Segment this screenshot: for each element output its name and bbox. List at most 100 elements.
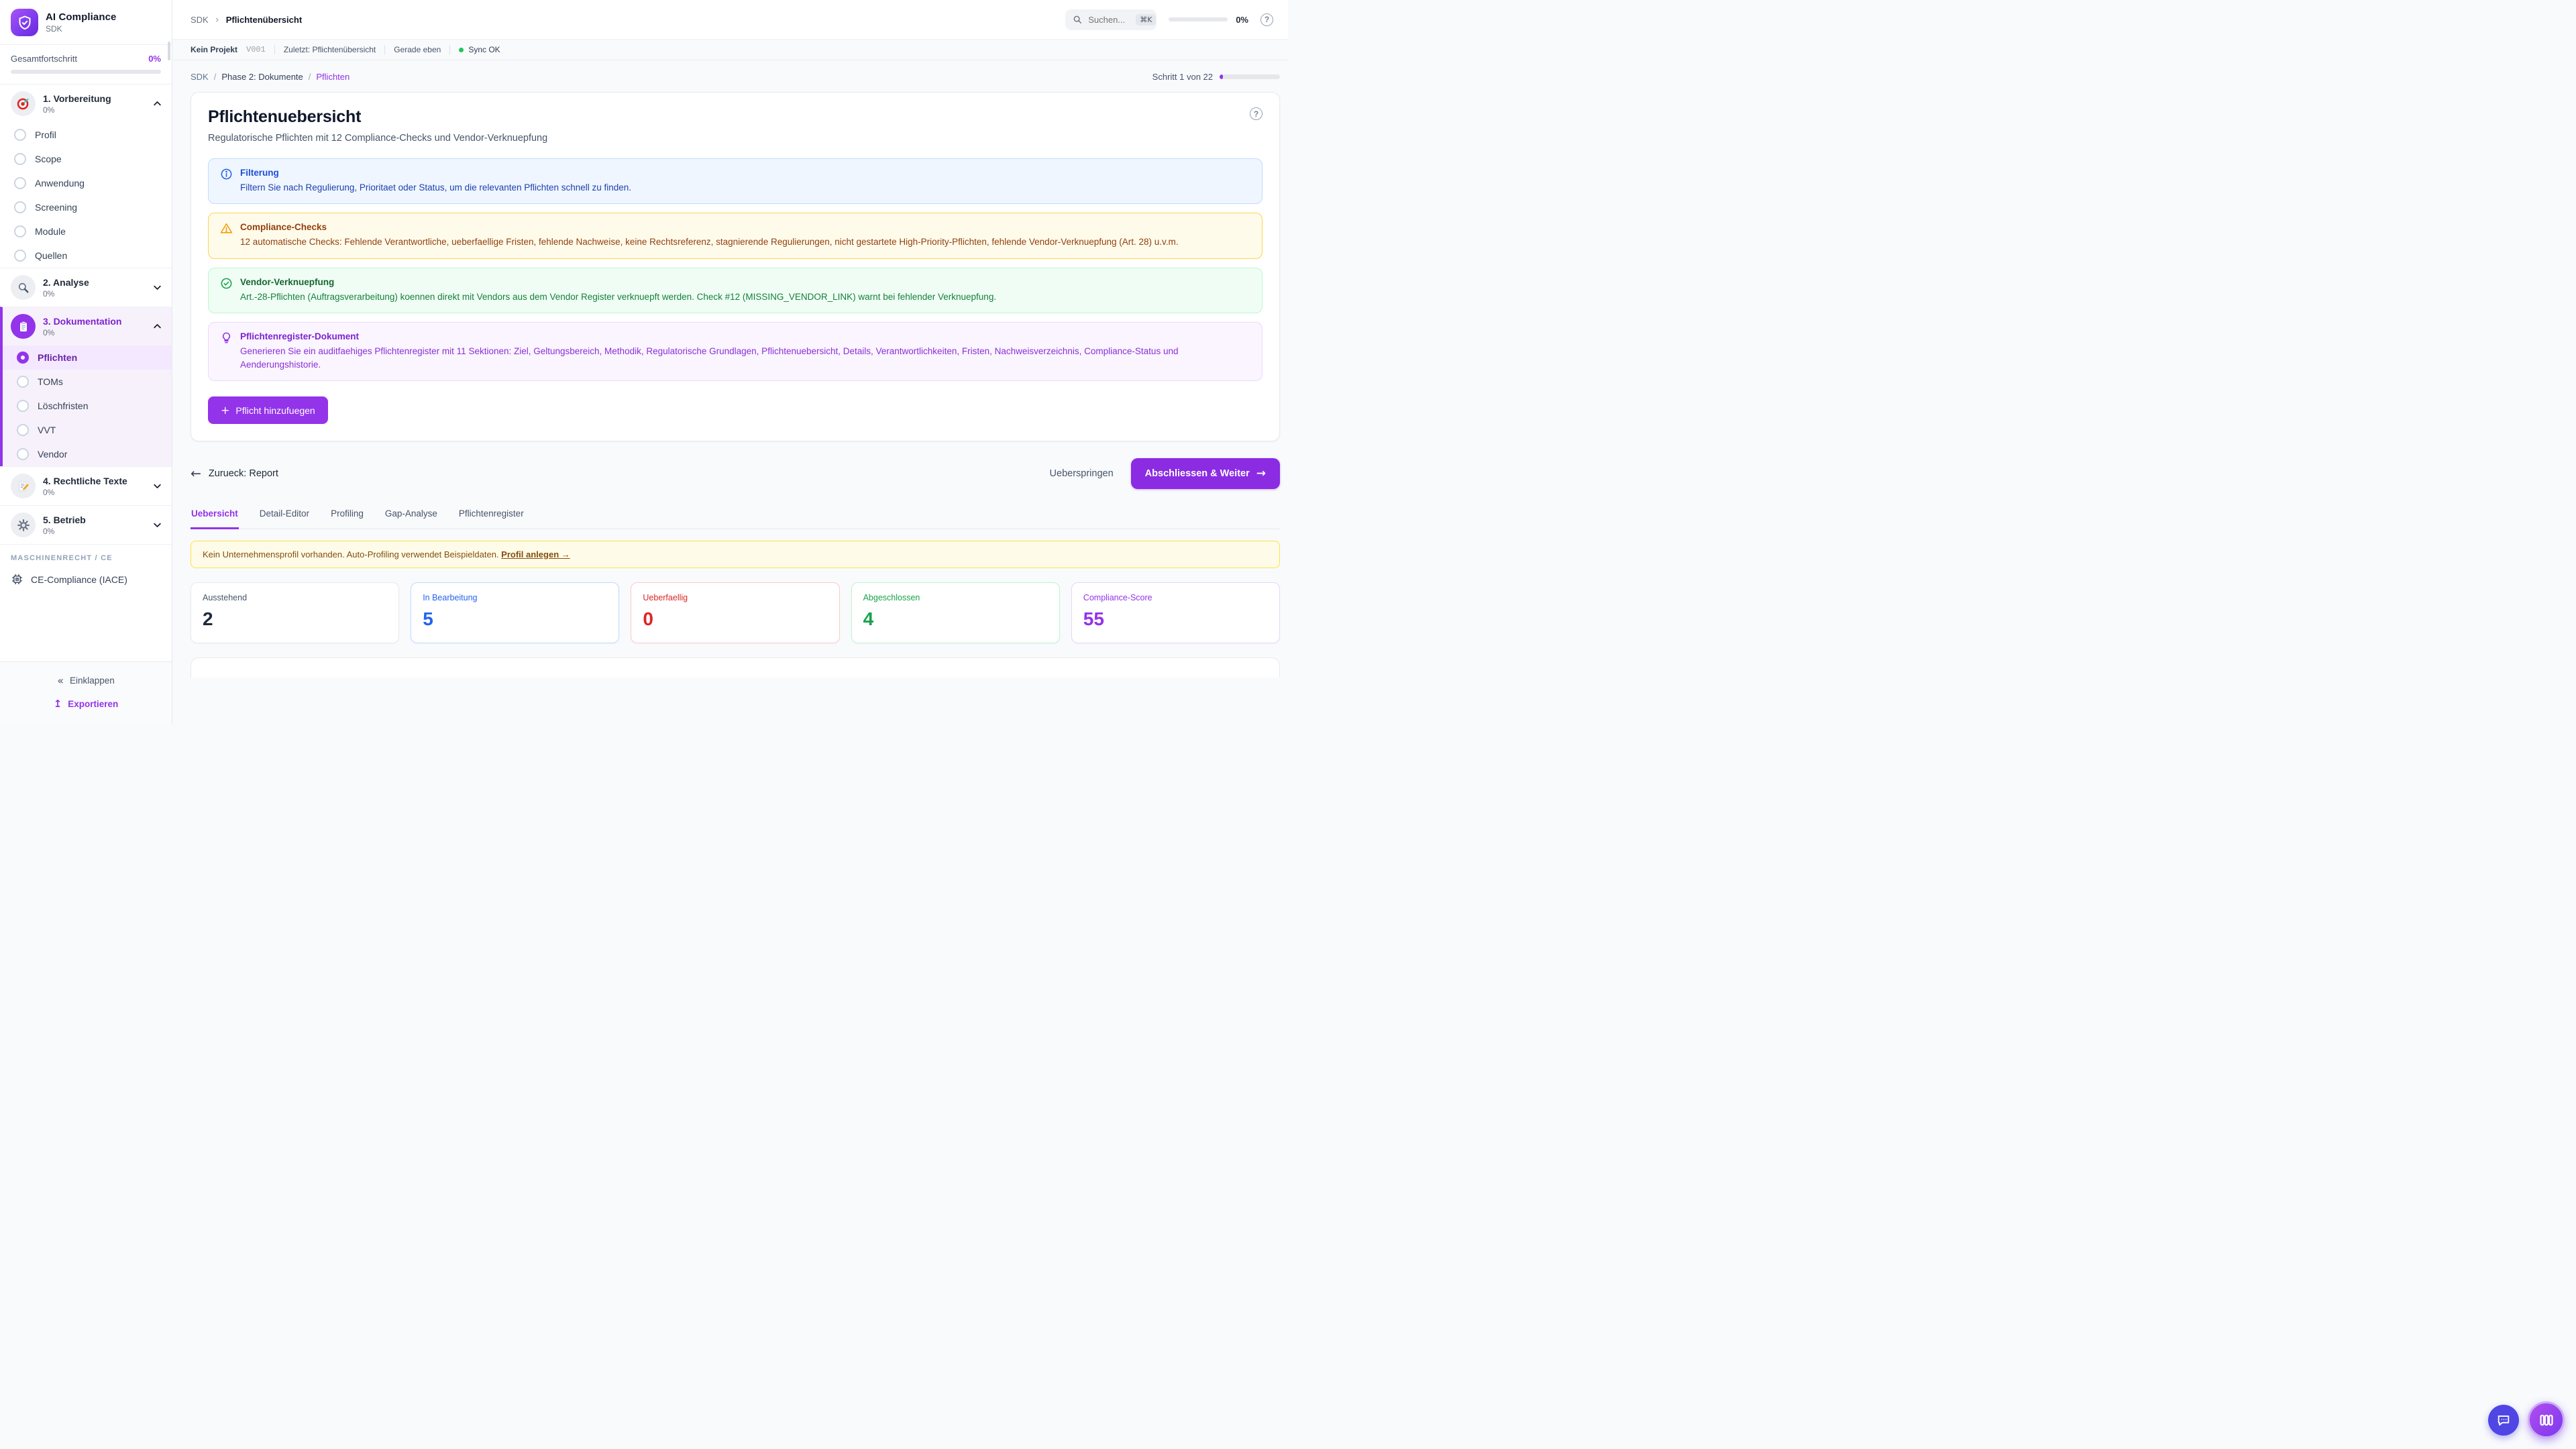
check-circle-icon (220, 277, 233, 290)
sidebar-nav: 1. Vorbereitung 0% Profil Scope Anwendun… (0, 84, 172, 661)
tip-box-pflichtenregister: Pflichtenregister-Dokument Generieren Si… (208, 322, 1263, 382)
stats-row: Ausstehend 2 In Bearbeitung 5 Ueberfaell… (191, 582, 1280, 643)
search-shortcut-badge: ⌘K (1136, 14, 1156, 25)
create-profile-link[interactable]: Profil anlegen → (501, 549, 570, 559)
success-box-vendor: Vendor-Verknuepfung Art.-28-Pflichten (A… (208, 268, 1263, 313)
last-visited: Zuletzt: Pflichtenübersicht (284, 45, 376, 54)
sidebar-item-anwendung[interactable]: Anwendung (0, 171, 172, 195)
main-content: SDK / Phase 2: Dokumente / Pflichten Sch… (172, 60, 1288, 724)
wizard-nav: ← Zurueck: Report Ueberspringen Abschlie… (191, 458, 1280, 489)
pflichten-card: Pflichtenuebersicht ? Regulatorische Pfl… (191, 92, 1280, 441)
chat-button[interactable] (2488, 1405, 2519, 1436)
tab-detail-editor[interactable]: Detail-Editor (259, 507, 310, 529)
export-button[interactable]: ↥ Exportieren (8, 692, 164, 715)
columns-icon (2538, 1412, 2555, 1428)
back-button[interactable]: ← Zurueck: Report (191, 466, 278, 481)
finish-next-button[interactable]: Abschliessen & Weiter → (1131, 458, 1280, 489)
tab-profiling[interactable]: Profiling (330, 507, 364, 529)
search-input[interactable] (1088, 15, 1130, 25)
search-icon (1073, 15, 1082, 24)
collapse-sidebar-button[interactable]: « Einklappen (8, 669, 164, 692)
app-title: AI Compliance (46, 11, 117, 23)
nav-section-betrieb: 5. Betrieb 0% (0, 505, 172, 544)
last-saved-time: Gerade eben (394, 45, 441, 54)
header-progress-bar (1169, 17, 1228, 21)
search-box[interactable]: ⌘K (1065, 9, 1157, 30)
sidebar-item-loeschfristen[interactable]: Löschfristen (3, 394, 172, 418)
sidebar-item-vvt[interactable]: VVT (3, 418, 172, 442)
gear-icon (11, 513, 36, 537)
breadcrumb-phase[interactable]: Phase 2: Dokumente (221, 72, 303, 82)
kanban-view-button[interactable] (2528, 1401, 2565, 1438)
sidebar: AI Compliance SDK Gesamtfortschritt 0% 1… (0, 0, 172, 724)
page-breadcrumb: SDK / Phase 2: Dokumente / Pflichten Sch… (191, 72, 1280, 82)
nav-section-header-dokumentation[interactable]: 3. Dokumentation 0% (3, 307, 172, 345)
overall-progress-value: 0% (148, 54, 161, 64)
version-tag: V001 (246, 45, 266, 54)
sidebar-scrollbar[interactable] (168, 42, 170, 60)
step-progress-bar (1220, 74, 1280, 79)
radio-icon (17, 448, 29, 460)
add-pflicht-button[interactable]: + Pflicht hinzufuegen (208, 396, 328, 424)
chevron-down-icon (152, 282, 162, 292)
chevron-down-icon (152, 520, 162, 530)
tab-gap-analyse[interactable]: Gap-Analyse (384, 507, 438, 529)
floating-buttons (2488, 1401, 2565, 1438)
project-name: Kein Projekt (191, 45, 237, 54)
nav-section-rechtliche-texte: 4. Rechtliche Texte 0% (0, 466, 172, 505)
radio-icon (14, 177, 26, 189)
chevron-up-icon (152, 99, 162, 109)
nav-section-header-betrieb[interactable]: 5. Betrieb 0% (0, 506, 172, 544)
nav-section-header-analyse[interactable]: 2. Analyse 0% (0, 268, 172, 307)
sidebar-footer: « Einklappen ↥ Exportieren (0, 661, 172, 724)
stat-card-compliance-score: Compliance-Score 55 (1071, 582, 1280, 643)
tab-pflichtenregister[interactable]: Pflichtenregister (458, 507, 525, 529)
sidebar-item-vendor[interactable]: Vendor (3, 442, 172, 466)
sidebar-item-scope[interactable]: Scope (0, 147, 172, 171)
sync-status-dot (459, 48, 464, 52)
clipboard-icon (11, 314, 36, 339)
tab-uebersicht[interactable]: Uebersicht (191, 507, 239, 529)
sidebar-item-profil[interactable]: Profil (0, 123, 172, 147)
skip-button[interactable]: Ueberspringen (1050, 468, 1114, 479)
nav-section-header-rechtliche-texte[interactable]: 4. Rechtliche Texte 0% (0, 467, 172, 505)
chevron-up-icon (152, 321, 162, 331)
sidebar-item-module[interactable]: Module (0, 219, 172, 244)
sidebar-item-ce-compliance[interactable]: CE-Compliance (IACE) (0, 566, 172, 594)
magnifier-icon (11, 275, 36, 300)
status-bar: Kein Projekt V001 Zuletzt: Pflichtenüber… (172, 40, 1288, 60)
radio-icon (17, 376, 29, 388)
stat-card-ueberfaellig: Ueberfaellig 0 (631, 582, 839, 643)
app-subtitle: SDK (46, 24, 117, 34)
card-help-icon[interactable]: ? (1250, 107, 1263, 120)
radio-icon (17, 400, 29, 412)
app-logo-row: AI Compliance SDK (0, 0, 172, 44)
overall-progress-label: Gesamtfortschritt (11, 54, 77, 64)
chevron-down-icon (152, 481, 162, 491)
profile-warning-banner: Kein Unternehmensprofil vorhanden. Auto-… (191, 541, 1280, 568)
page-title: Pflichtenuebersicht (208, 107, 361, 127)
shield-check-icon (17, 15, 33, 31)
sidebar-item-quellen[interactable]: Quellen (0, 244, 172, 268)
radio-selected-icon (17, 352, 29, 364)
sidebar-item-toms[interactable]: TOMs (3, 370, 172, 394)
nav-section-header-vorbereitung[interactable]: 1. Vorbereitung 0% (0, 85, 172, 123)
warning-icon (220, 222, 233, 235)
chevron-right-icon: › (215, 13, 219, 25)
radio-icon (14, 201, 26, 213)
nav-section-analyse: 2. Analyse 0% (0, 268, 172, 307)
app-logo (11, 9, 38, 36)
info-icon (220, 168, 233, 180)
sidebar-item-pflichten[interactable]: Pflichten (3, 345, 172, 370)
arrow-left-icon: ← (191, 466, 201, 481)
chat-bubble-icon (2496, 1413, 2511, 1428)
breadcrumb-sdk[interactable]: SDK (191, 72, 209, 82)
overall-progress-bar (11, 70, 161, 74)
stat-card-in-bearbeitung: In Bearbeitung 5 (411, 582, 619, 643)
header-breadcrumb-root[interactable]: SDK (191, 15, 209, 25)
stat-card-abgeschlossen: Abgeschlossen 4 (851, 582, 1060, 643)
arrow-right-icon: → (1256, 467, 1266, 480)
help-icon[interactable]: ? (1260, 13, 1273, 26)
sidebar-item-screening[interactable]: Screening (0, 195, 172, 219)
sync-status: Sync OK (468, 45, 500, 54)
